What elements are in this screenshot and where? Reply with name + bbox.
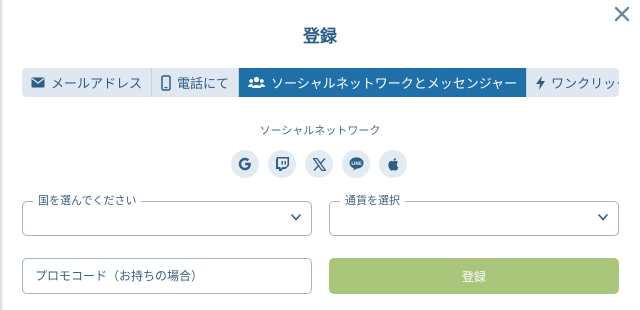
google-button[interactable] [231, 150, 259, 178]
tab-phone[interactable]: 電話にて [152, 68, 240, 97]
promo-code-input[interactable] [22, 258, 312, 294]
country-select-label: 国を選んでください [33, 194, 142, 208]
google-icon [238, 157, 251, 171]
currency-select[interactable]: 通貨を選択 [329, 194, 619, 236]
line-icon: LINE [349, 157, 363, 171]
envelope-icon [31, 77, 45, 88]
x-button[interactable] [305, 150, 333, 178]
apple-button[interactable] [379, 150, 407, 178]
users-icon [248, 76, 266, 88]
svg-text:LINE: LINE [351, 161, 362, 166]
close-button[interactable] [612, 4, 632, 24]
register-button[interactable]: 登録 [329, 258, 619, 294]
chevron-down-icon [598, 214, 608, 221]
x-icon [312, 157, 326, 171]
phone-icon [161, 74, 171, 91]
tab-phone-label: 電話にて [177, 77, 230, 92]
lightning-icon [536, 75, 546, 90]
tab-email-label: メールアドレス [51, 77, 143, 92]
apple-icon [388, 158, 399, 171]
country-select[interactable]: 国を選んでください [22, 194, 312, 236]
social-networks-label: ソーシャルネットワーク [259, 124, 381, 137]
tab-social-label: ソーシャルネットワークとメッセンジャー [271, 77, 518, 92]
dialog-title: 登録 [303, 27, 337, 47]
twitch-button[interactable] [268, 150, 296, 178]
tab-one-click-label: ワンクリック [551, 77, 619, 92]
chevron-down-icon [291, 214, 301, 221]
registration-tabs: メールアドレス 電話にて ソーシャルネットワークとメッセンジャー ワンクリック [22, 68, 619, 97]
close-icon [614, 6, 630, 22]
tab-one-click[interactable]: ワンクリック [527, 68, 619, 97]
currency-select-label: 通貨を選択 [340, 194, 405, 208]
twitch-icon [275, 157, 289, 171]
line-button[interactable]: LINE [342, 150, 370, 178]
tab-email[interactable]: メールアドレス [22, 68, 153, 97]
tab-social[interactable]: ソーシャルネットワークとメッセンジャー [239, 68, 528, 97]
social-providers: LINE [231, 150, 407, 178]
